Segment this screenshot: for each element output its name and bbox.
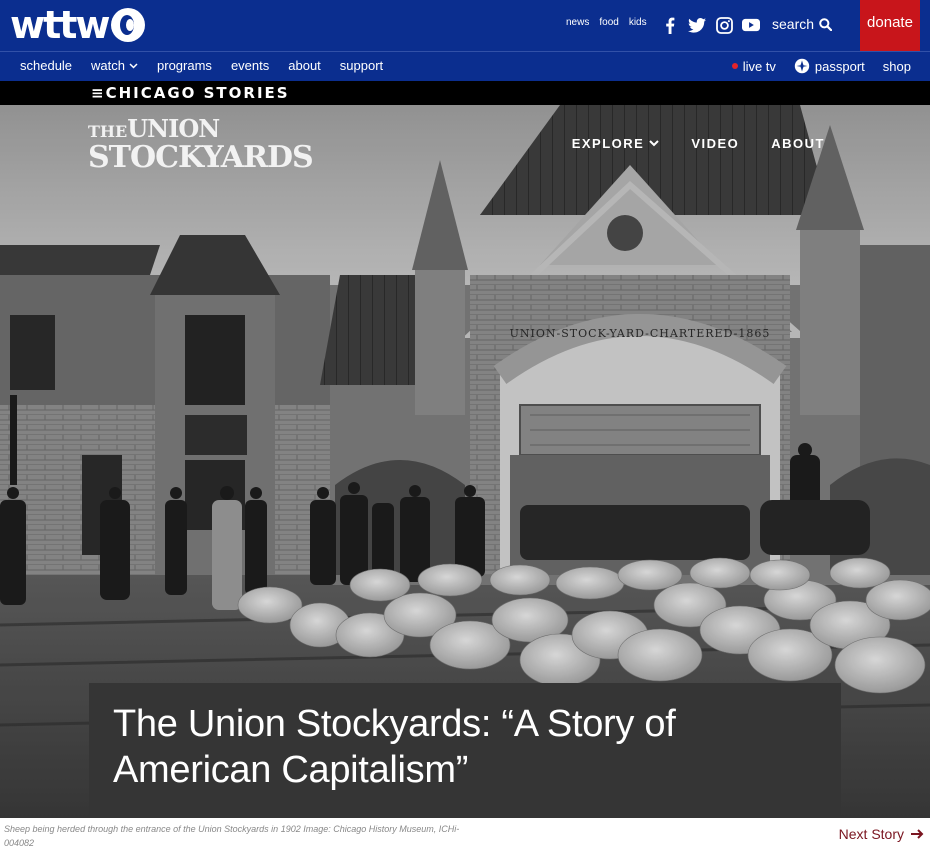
chicago-stories-bar: ≡CHICAGO STORIES bbox=[0, 81, 930, 105]
main-nav: schedule watch programs events about sup… bbox=[0, 51, 930, 81]
nav-label: events bbox=[230, 58, 270, 73]
arrow-right-icon bbox=[911, 829, 924, 839]
live-tv-link[interactable]: live tv bbox=[731, 58, 776, 74]
nav-item-support[interactable]: support bbox=[340, 58, 383, 73]
next-story-link[interactable]: Next Story bbox=[839, 826, 924, 842]
story-nav: EXPLORE VIDEO ABOUT bbox=[572, 136, 825, 151]
facebook-icon[interactable] bbox=[661, 16, 679, 34]
chevron-down-icon bbox=[129, 62, 138, 69]
twitter-icon[interactable] bbox=[688, 16, 706, 34]
nav-label: programs bbox=[157, 58, 212, 73]
passport-link[interactable]: passport bbox=[794, 58, 865, 74]
nav-label: watch bbox=[91, 58, 126, 73]
logo-text: wttw bbox=[10, 3, 111, 47]
nav-item-about[interactable]: about bbox=[288, 58, 321, 73]
nav-label: schedule bbox=[20, 58, 73, 73]
search-label: search bbox=[772, 16, 815, 32]
chevron-down-icon bbox=[649, 140, 660, 147]
instagram-icon[interactable] bbox=[715, 16, 733, 34]
photo-caption: Sheep being herded through the entrance … bbox=[4, 824, 460, 848]
live-indicator-icon bbox=[731, 63, 738, 69]
top-link-food[interactable]: food bbox=[599, 17, 618, 28]
story-nav-video[interactable]: VIDEO bbox=[691, 136, 739, 151]
story-nav-label: ABOUT bbox=[771, 136, 825, 151]
chicago-stories-menu[interactable]: ≡CHICAGO STORIES bbox=[91, 84, 290, 102]
search-button[interactable]: search bbox=[772, 16, 833, 32]
donate-button[interactable]: donate bbox=[860, 0, 920, 51]
live-tv-label: live tv bbox=[742, 58, 776, 74]
passport-label: passport bbox=[814, 58, 865, 74]
pbs-logo-icon bbox=[110, 8, 145, 42]
compass-icon bbox=[794, 58, 810, 74]
shop-link[interactable]: shop bbox=[883, 59, 911, 74]
nav-item-schedule[interactable]: schedule bbox=[20, 58, 72, 73]
logo-word-stockyards: STOCKYARDS bbox=[88, 140, 314, 175]
story-nav-label: EXPLORE bbox=[571, 136, 645, 151]
nav-item-events[interactable]: events bbox=[231, 58, 269, 73]
youtube-icon[interactable] bbox=[742, 16, 760, 34]
top-link-kids[interactable]: kids bbox=[629, 17, 647, 28]
story-nav-explore[interactable]: EXPLORE bbox=[572, 136, 660, 151]
hero: UNION-STOCK-YARD-CHARTERED-1865 THEUNION… bbox=[0, 105, 930, 818]
nav-label: about bbox=[288, 58, 321, 73]
story-title: The Union Stockyards: “A Story of Americ… bbox=[113, 703, 676, 791]
story-nav-label: VIDEO bbox=[691, 136, 740, 151]
top-links: news food kids bbox=[566, 17, 647, 28]
social-links bbox=[661, 16, 760, 34]
shop-label: shop bbox=[882, 58, 911, 74]
logo-word-the: THE bbox=[88, 122, 128, 141]
nav-item-watch[interactable]: watch bbox=[91, 58, 138, 73]
top-bar: wttw news food kids search donate bbox=[0, 0, 930, 51]
union-stockyards-logo[interactable]: THEUNION STOCKYARDS bbox=[88, 114, 314, 175]
wttw-logo[interactable]: wttw bbox=[10, 4, 145, 46]
nav-item-programs[interactable]: programs bbox=[157, 58, 212, 73]
story-title-box: The Union Stockyards: “A Story of Americ… bbox=[89, 683, 841, 818]
top-link-news[interactable]: news bbox=[566, 17, 589, 28]
nav-label: support bbox=[339, 58, 384, 73]
story-nav-about[interactable]: ABOUT bbox=[771, 136, 825, 151]
search-icon bbox=[819, 17, 833, 31]
logo-word-union: UNION bbox=[127, 114, 220, 143]
next-story-label: Next Story bbox=[838, 826, 904, 842]
